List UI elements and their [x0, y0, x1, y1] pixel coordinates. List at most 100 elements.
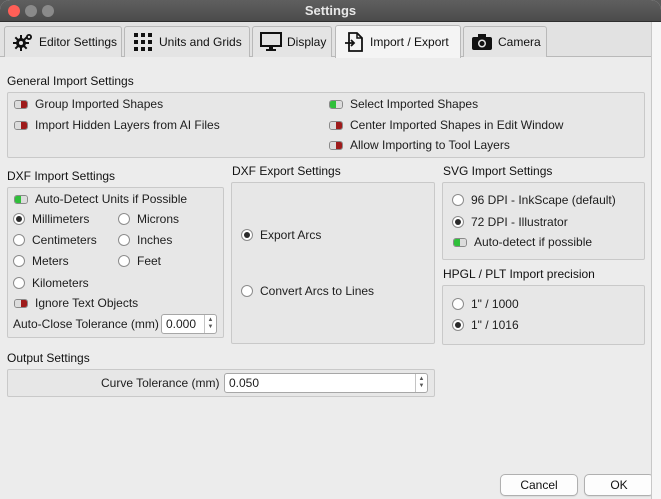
- radio-selected-indicator: [13, 213, 25, 225]
- dxf-export-group: [231, 182, 435, 344]
- cancel-button[interactable]: Cancel: [500, 474, 578, 496]
- select-imported-shapes-toggle[interactable]: Select Imported Shapes: [329, 97, 478, 111]
- unit-radio-centimeters[interactable]: Centimeters: [13, 233, 97, 247]
- camera-icon: [471, 32, 493, 52]
- radio-label: Microns: [137, 212, 180, 226]
- spin-arrows[interactable]: ▲ ▼: [204, 315, 216, 333]
- output-settings-title: Output Settings: [7, 351, 90, 365]
- toggle-label: Ignore Text Objects: [35, 296, 139, 310]
- toggle-label: Auto-Detect Units if Possible: [35, 192, 188, 206]
- unit-radio-kilometers[interactable]: Kilometers: [13, 276, 89, 290]
- dxf-import-title: DXF Import Settings: [7, 169, 116, 183]
- spin-up-icon[interactable]: ▲: [419, 376, 425, 383]
- auto-close-tolerance-label: Auto-Close Tolerance (mm): [13, 317, 159, 331]
- tab-editor-settings[interactable]: Editor Settings: [4, 26, 122, 57]
- radio-indicator: [452, 298, 464, 310]
- settings-window: Settings Editor Settings Units and Grids…: [0, 0, 661, 499]
- tab-units-and-grids[interactable]: Units and Grids: [124, 26, 250, 57]
- spin-down-icon[interactable]: ▼: [419, 383, 425, 390]
- toggle-off-indicator: [329, 140, 343, 150]
- title-bar: Settings: [0, 0, 661, 22]
- toggle-on-indicator: [329, 99, 343, 109]
- radio-selected-indicator: [241, 229, 253, 241]
- import-hidden-layers-toggle[interactable]: Import Hidden Layers from AI Files: [14, 118, 220, 132]
- toggle-on-indicator: [14, 194, 28, 204]
- toggle-off-indicator: [14, 120, 28, 130]
- hpgl-1016-radio[interactable]: 1" / 1016: [452, 318, 519, 332]
- tab-label: Editor Settings: [39, 35, 118, 49]
- export-arcs-radio[interactable]: Export Arcs: [241, 228, 321, 242]
- svg-96dpi-radio[interactable]: 96 DPI - InkScape (default): [452, 193, 616, 207]
- radio-indicator: [118, 213, 130, 225]
- toggle-label: Group Imported Shapes: [35, 97, 164, 111]
- hpgl-import-group: [442, 285, 645, 345]
- radio-label: Export Arcs: [260, 228, 322, 242]
- general-import-title: General Import Settings: [7, 74, 134, 88]
- radio-indicator: [118, 234, 130, 246]
- radio-indicator: [13, 255, 25, 267]
- svg-72dpi-radio[interactable]: 72 DPI - Illustrator: [452, 215, 568, 229]
- curve-tolerance-label: Curve Tolerance (mm): [101, 376, 219, 390]
- radio-label: 96 DPI - InkScape (default): [471, 193, 616, 207]
- radio-label: Meters: [32, 254, 69, 268]
- toggle-off-indicator: [14, 99, 28, 109]
- allow-tool-layers-toggle[interactable]: Allow Importing to Tool Layers: [329, 138, 510, 152]
- import-export-icon: [343, 32, 365, 52]
- radio-label: Feet: [137, 254, 162, 268]
- tab-label: Units and Grids: [159, 35, 242, 49]
- radio-label: 1" / 1016: [471, 318, 519, 332]
- toggle-label: Allow Importing to Tool Layers: [350, 138, 510, 152]
- unit-radio-meters[interactable]: Meters: [13, 254, 69, 268]
- radio-label: Centimeters: [32, 233, 97, 247]
- radio-label: Millimeters: [32, 212, 90, 226]
- radio-label: Kilometers: [32, 276, 89, 290]
- spin-down-icon[interactable]: ▼: [208, 324, 214, 331]
- spin-arrows[interactable]: ▲ ▼: [415, 374, 427, 392]
- auto-close-label-text: Auto-Close Tolerance (mm): [13, 317, 159, 331]
- ignore-text-objects-toggle[interactable]: Ignore Text Objects: [14, 296, 138, 310]
- spin-value: 0.000: [166, 317, 197, 331]
- radio-indicator: [241, 285, 253, 297]
- toggle-label: Import Hidden Layers from AI Files: [35, 118, 220, 132]
- curve-tolerance-label-text: Curve Tolerance (mm): [101, 376, 220, 390]
- radio-indicator: [118, 255, 130, 267]
- unit-radio-microns[interactable]: Microns: [118, 212, 179, 226]
- center-imported-shapes-toggle[interactable]: Center Imported Shapes in Edit Window: [329, 118, 563, 132]
- toggle-off-indicator: [14, 298, 28, 308]
- ok-button[interactable]: OK: [584, 474, 654, 496]
- right-edge-strip: [651, 22, 661, 499]
- radio-label: Convert Arcs to Lines: [260, 284, 375, 298]
- radio-indicator: [452, 194, 464, 206]
- tab-display[interactable]: Display: [252, 26, 332, 57]
- convert-arcs-radio[interactable]: Convert Arcs to Lines: [241, 284, 374, 298]
- tab-bar: Editor Settings Units and Grids Display …: [0, 22, 651, 58]
- svg-import-title: SVG Import Settings: [443, 164, 553, 178]
- svg-auto-detect-toggle[interactable]: Auto-detect if possible: [453, 235, 592, 249]
- toggle-label: Center Imported Shapes in Edit Window: [350, 118, 564, 132]
- spin-value: 0.050: [229, 376, 260, 390]
- tab-camera[interactable]: Camera: [463, 26, 547, 57]
- radio-indicator: [13, 234, 25, 246]
- curve-tolerance-input[interactable]: 0.050 ▲ ▼: [224, 373, 428, 393]
- radio-label: 1" / 1000: [471, 297, 519, 311]
- window-title: Settings: [304, 3, 357, 18]
- spin-up-icon[interactable]: ▲: [208, 317, 214, 324]
- radio-label: Inches: [137, 233, 173, 247]
- unit-radio-inches[interactable]: Inches: [118, 233, 172, 247]
- dxf-export-title: DXF Export Settings: [232, 164, 341, 178]
- tab-label: Import / Export: [370, 35, 449, 49]
- toggle-label: Auto-detect if possible: [474, 235, 593, 249]
- auto-detect-units-toggle[interactable]: Auto-Detect Units if Possible: [14, 192, 187, 206]
- radio-indicator: [13, 277, 25, 289]
- group-imported-shapes-toggle[interactable]: Group Imported Shapes: [14, 97, 163, 111]
- unit-radio-millimeters[interactable]: Millimeters: [13, 212, 89, 226]
- tab-import-export[interactable]: Import / Export: [335, 25, 461, 58]
- grid-icon: [132, 32, 154, 52]
- tab-label: Display: [287, 35, 327, 49]
- toggle-on-indicator: [453, 237, 467, 247]
- monitor-icon: [260, 32, 282, 52]
- hpgl-1000-radio[interactable]: 1" / 1000: [452, 297, 519, 311]
- unit-radio-feet[interactable]: Feet: [118, 254, 161, 268]
- toggle-off-indicator: [329, 120, 343, 130]
- auto-close-tolerance-input[interactable]: 0.000 ▲ ▼: [161, 314, 217, 334]
